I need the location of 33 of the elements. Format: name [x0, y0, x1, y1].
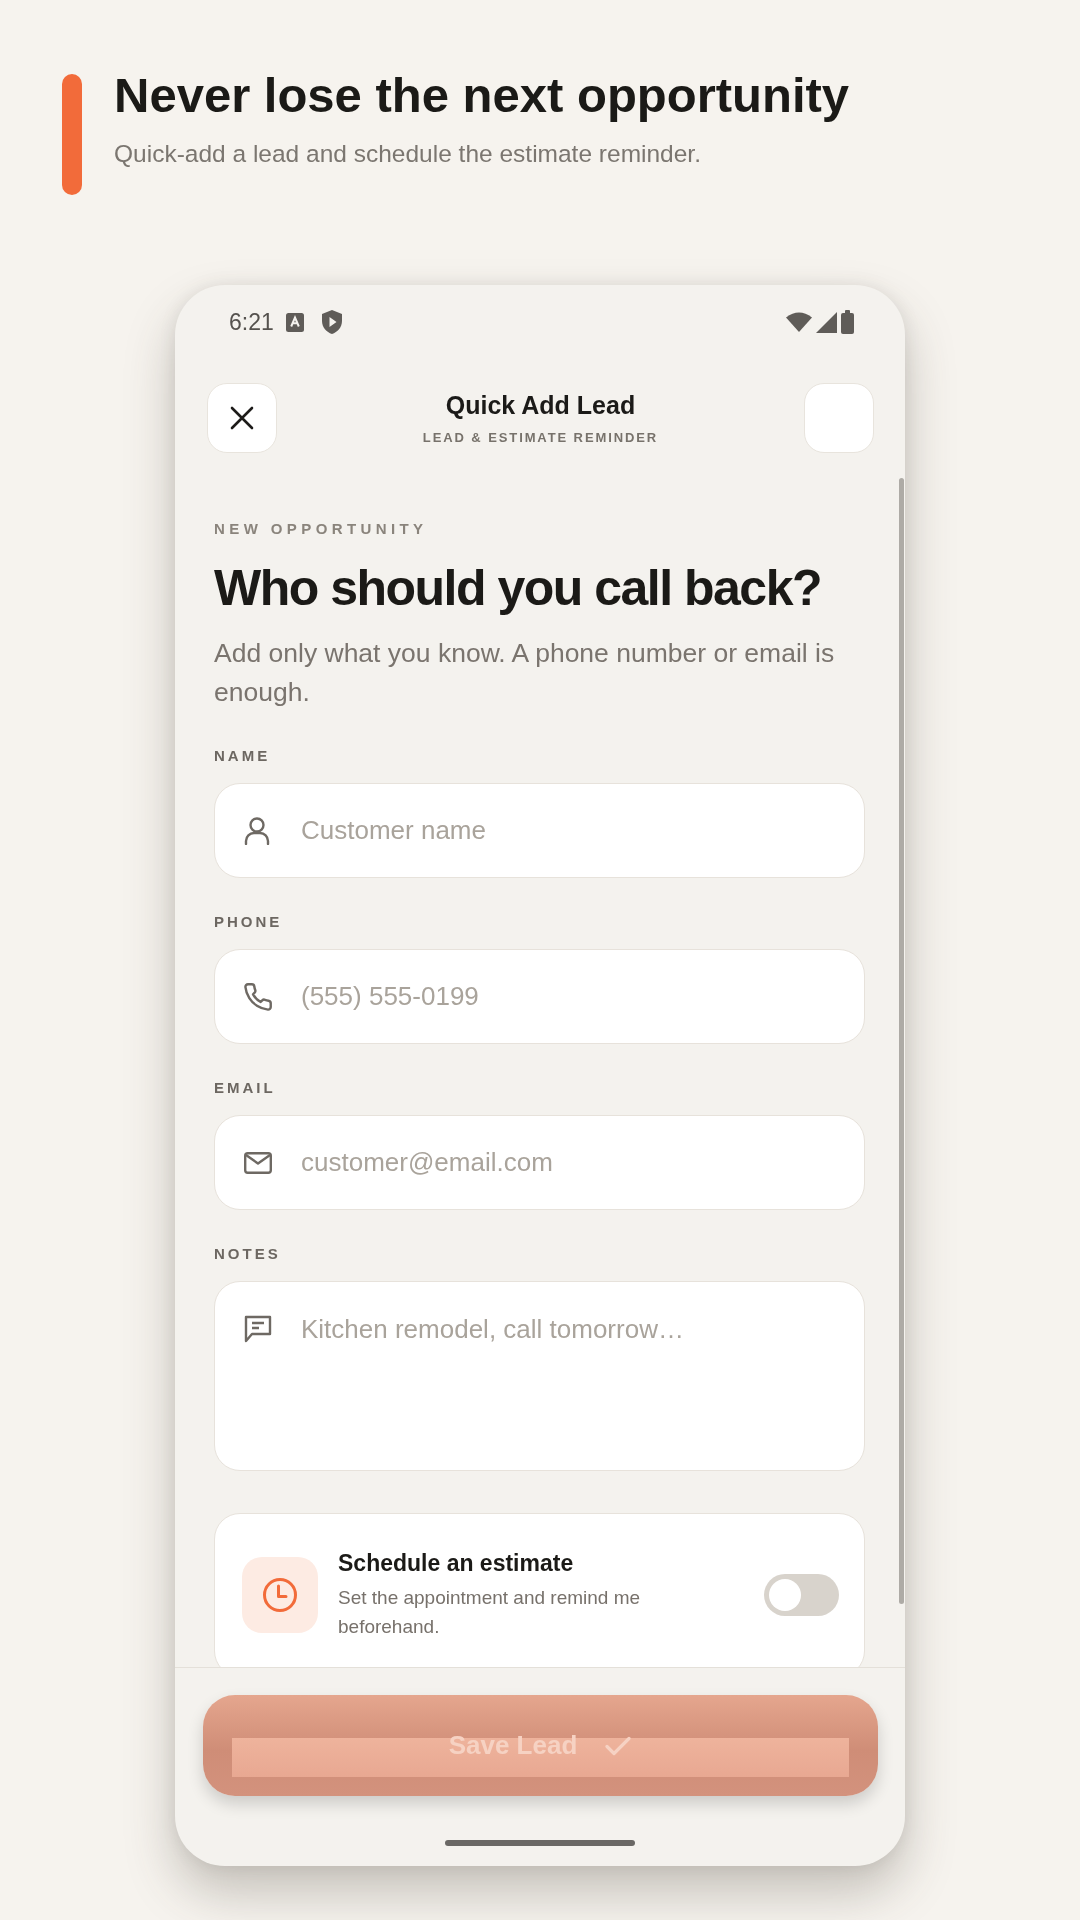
check-icon [605, 1735, 632, 1756]
field-label: NAME [214, 746, 272, 766]
header-button[interactable] [804, 383, 874, 453]
field-label: NOTES [214, 1244, 282, 1264]
name-input[interactable]: Customer name [214, 783, 865, 878]
email-input[interactable]: customer@email.com [214, 1115, 865, 1210]
form-description: Add only what you know. A phone number or email is enough. [214, 637, 836, 709]
shield-play-icon [321, 310, 342, 334]
section-eyebrow: NEW OPPORTUNITY [214, 519, 429, 539]
signal-icon [816, 311, 837, 333]
screen-title: Quick Add Lead [445, 390, 636, 420]
field-label: PHONE [214, 912, 284, 932]
letter-tile-icon [285, 312, 304, 332]
notes-input[interactable]: Kitchen remodel, call tomorrow… [214, 1281, 865, 1471]
phone-icon [244, 982, 272, 1011]
close-icon [230, 406, 254, 430]
field-label: EMAIL [214, 1078, 277, 1098]
message-icon [244, 1315, 272, 1343]
schedule-title: Schedule an estimate [338, 1549, 575, 1577]
toggle-switch[interactable] [764, 1574, 839, 1616]
status-time: 6:21 [229, 308, 274, 336]
wifi-icon [786, 312, 812, 332]
battery-icon [841, 310, 854, 334]
screen-subtitle: LEAD & ESTIMATE REMINDER [422, 430, 659, 446]
page-subtitle: Quick-add a lead and schedule the estimate reminder. [114, 140, 702, 168]
user-icon [244, 816, 270, 845]
close-button[interactable] [207, 383, 277, 453]
form-heading: Who should you call back? [214, 559, 822, 618]
phone-input[interactable]: (555) 555-0199 [214, 949, 865, 1044]
envelope-icon [244, 1151, 272, 1174]
clock-icon [242, 1557, 318, 1633]
page-title: Never lose the next opportunity [114, 70, 850, 120]
schedule-description: Set the appointment and remind me beforehand. [338, 1586, 642, 1639]
